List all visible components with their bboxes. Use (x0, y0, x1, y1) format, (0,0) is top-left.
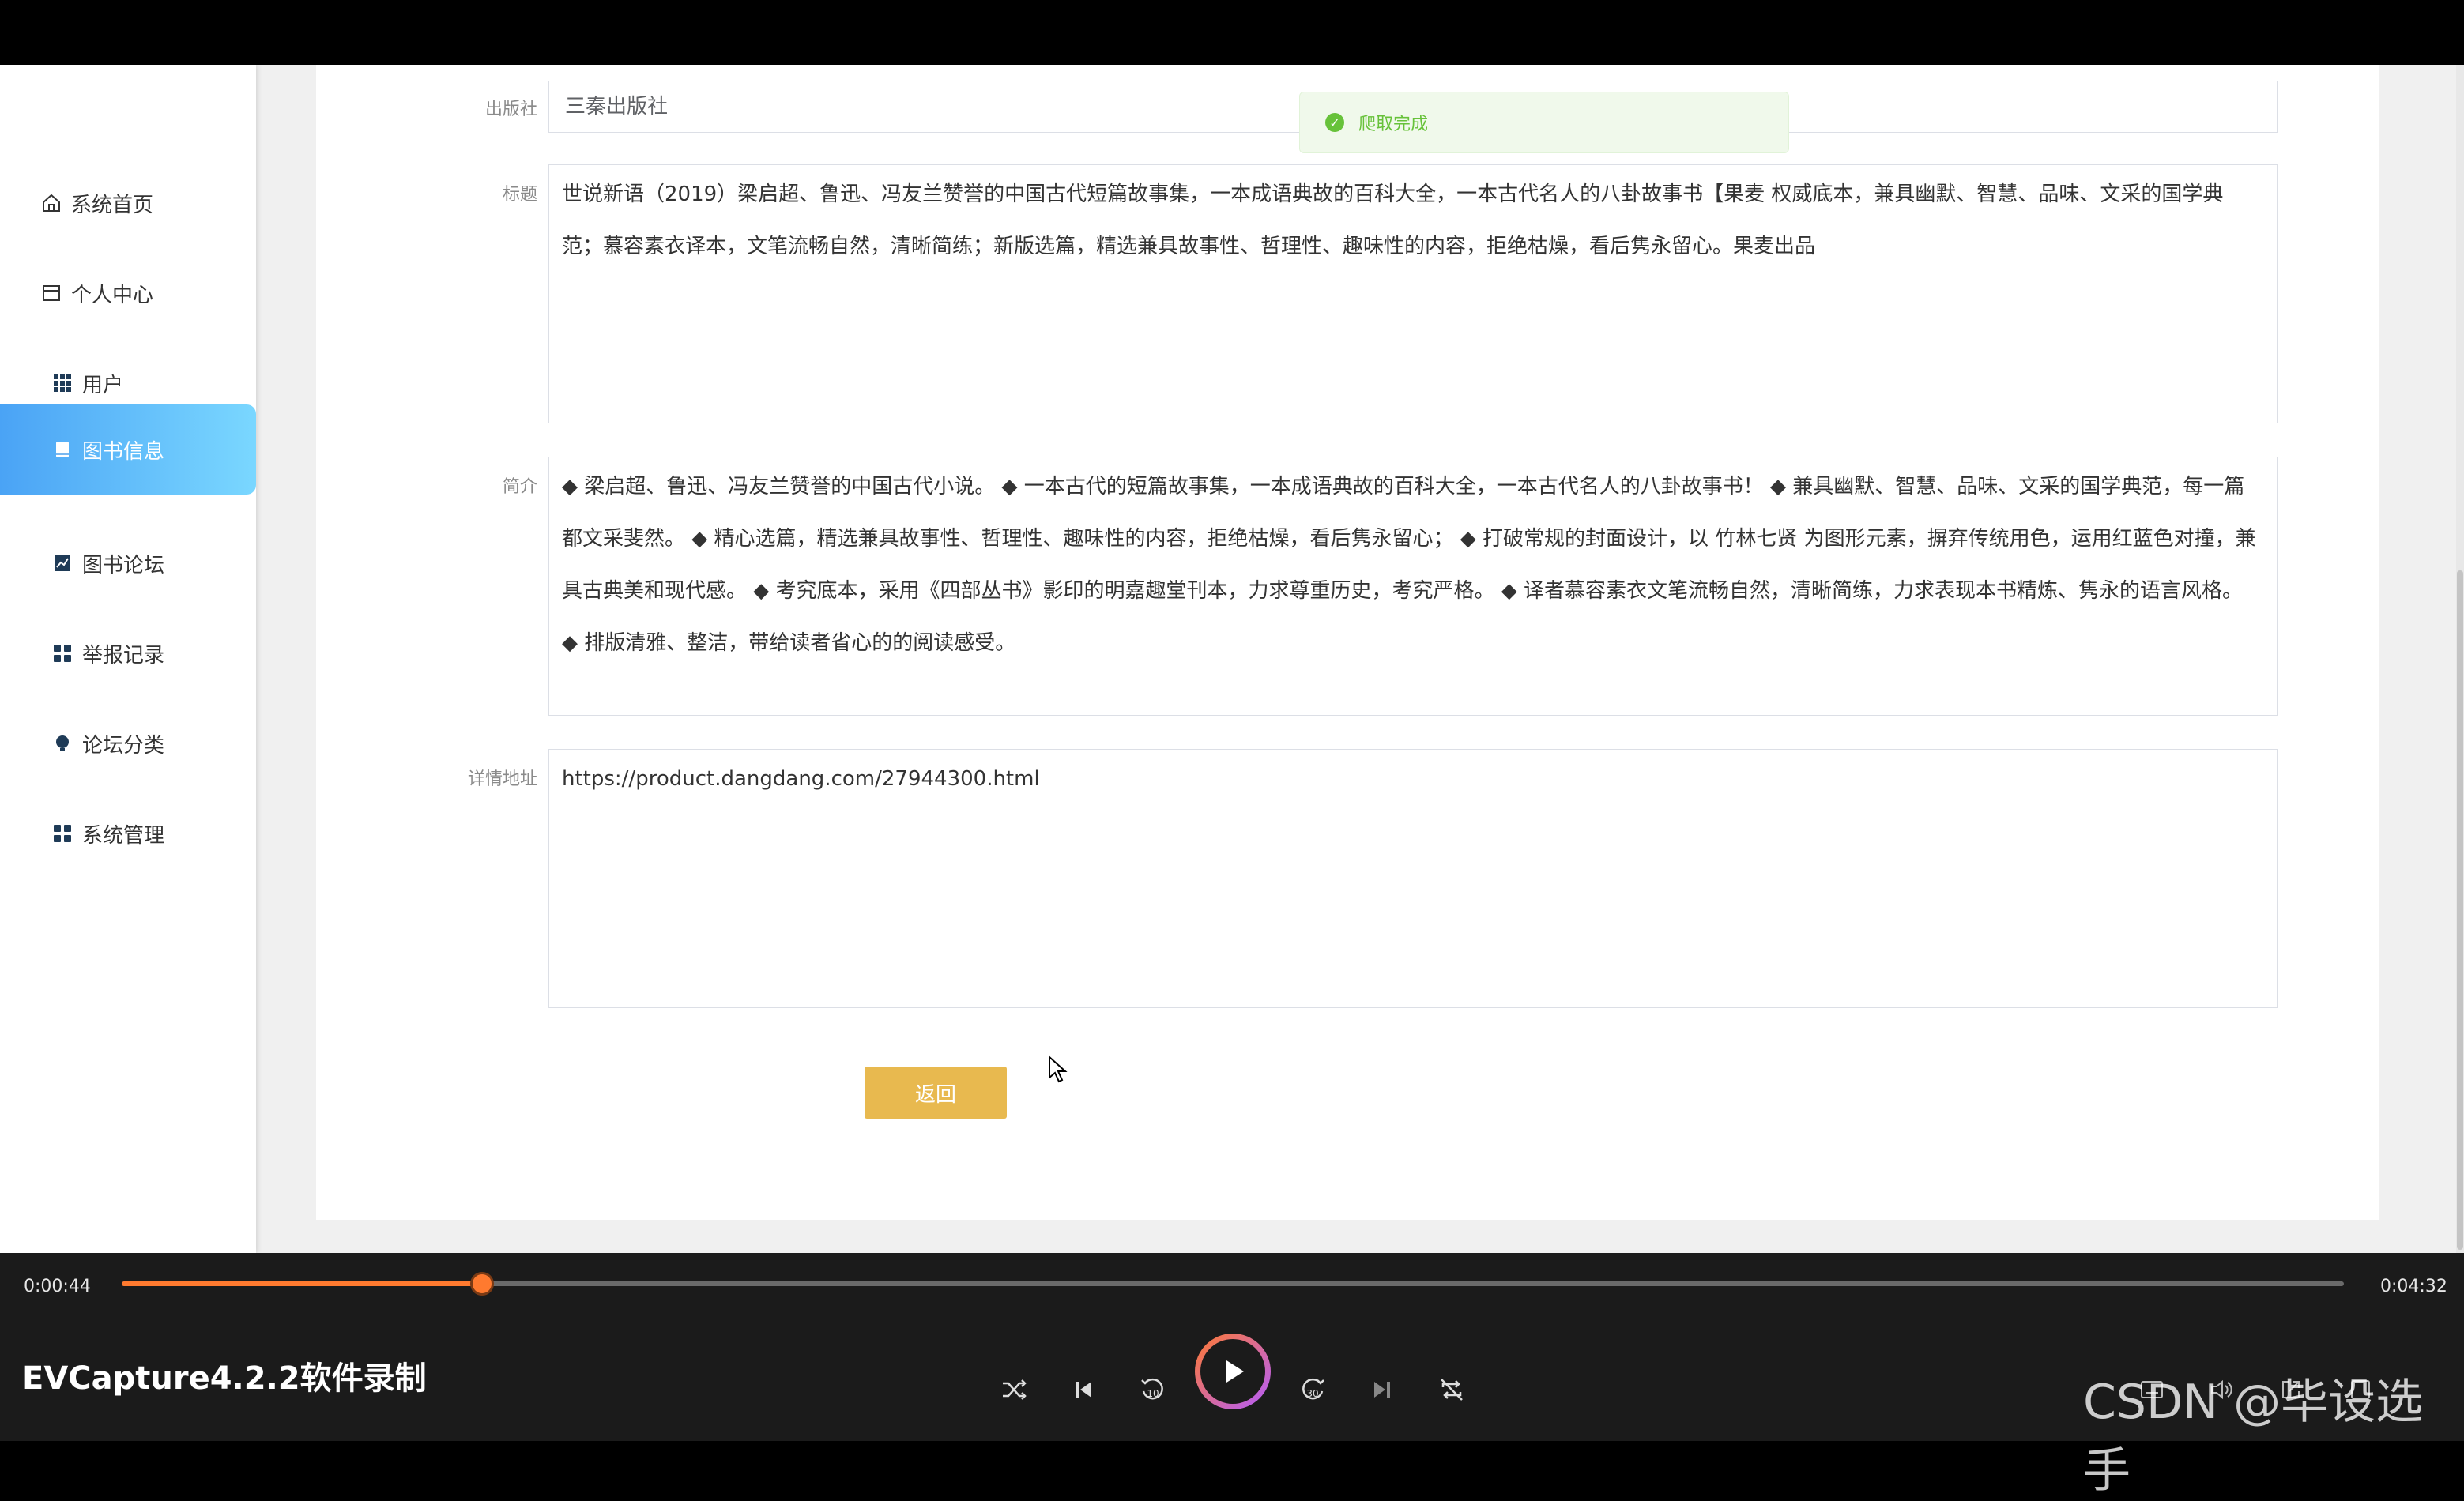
previous-icon[interactable] (1064, 1370, 1103, 1409)
publisher-label: 出版社 (484, 100, 537, 119)
sidebar-item-system-management[interactable]: 系统管理 (0, 788, 256, 878)
sidebar-item-forum-category[interactable]: 论坛分类 (0, 698, 256, 788)
title-value: 世说新语（2019）梁启超、鲁迅、冯友兰赞誉的中国古代短篇故事集，一本成语典故的… (562, 182, 2224, 258)
app-area: 系统首页 个人中心 用户 图书信息 图书论坛 举报记录 论坛分类 系统管理 出版… (0, 65, 2464, 1253)
intro-label: 简介 (502, 477, 537, 497)
vertical-scrollbar[interactable] (2456, 65, 2464, 1253)
total-time: 0:04:32 (2380, 1277, 2447, 1296)
recorder-label: EVCapture4.2.2软件录制 (22, 1360, 427, 1397)
sidebar-item-label: 个人中心 (71, 283, 154, 307)
title-label: 标题 (502, 185, 537, 205)
sidebar-item-label: 举报记录 (82, 643, 165, 668)
mouse-pointer-icon (1048, 1055, 1068, 1084)
detail-url-field[interactable]: https://product.dangdang.com/27944300.ht… (548, 749, 2278, 1008)
sidebar-item-label: 论坛分类 (82, 733, 165, 758)
play-button[interactable] (1195, 1334, 1271, 1409)
sidebar-item-book-forum[interactable]: 图书论坛 (0, 518, 256, 608)
sidebar-item-profile[interactable]: 个人中心 (0, 248, 256, 338)
detail-form: 出版社 三秦出版社 标题 世说新语（2019）梁启超、鲁迅、冯友兰赞誉的中国古代… (316, 65, 2379, 1220)
repeat-icon[interactable] (1432, 1370, 1471, 1409)
home-icon (40, 191, 63, 215)
detail-url-value: https://product.dangdang.com/27944300.ht… (562, 767, 1040, 791)
sidebar-item-book-info[interactable]: 图书信息 (0, 404, 256, 495)
intro-value: ◆ 梁启超、鲁迅、冯友兰赞誉的中国古代小说。 ◆ 一本古代的短篇故事集，一本成语… (562, 475, 2256, 655)
profile-icon (40, 281, 63, 305)
book-icon (51, 438, 74, 461)
sidebar-item-home[interactable]: 系统首页 (0, 158, 256, 248)
sidebar-item-label: 图书信息 (82, 439, 165, 464)
sidebar-item-report-records[interactable]: 举报记录 (0, 608, 256, 698)
progress-track[interactable] (122, 1272, 2344, 1296)
url-label: 详情地址 (467, 769, 537, 789)
window-top-bar (0, 0, 2464, 65)
play-icon (1200, 1339, 1265, 1404)
sidebar-item-label: 系统管理 (82, 823, 165, 848)
toast-message: 爬取完成 (1358, 115, 1429, 134)
sidebar-item-label: 系统首页 (71, 193, 154, 217)
success-toast: ✓ 爬取完成 (1299, 92, 1789, 153)
check-circle-icon: ✓ (1325, 113, 1344, 132)
sidebar-item-label: 图书论坛 (82, 553, 165, 577)
svg-text:10: 10 (1147, 1388, 1159, 1399)
intro-field[interactable]: ◆ 梁启超、鲁迅、冯友兰赞誉的中国古代小说。 ◆ 一本古代的短篇故事集，一本成语… (548, 457, 2278, 716)
sidebar-item-label: 用户 (82, 373, 124, 397)
rewind-10-icon[interactable]: 10 (1133, 1370, 1173, 1409)
current-time: 0:00:44 (24, 1277, 91, 1296)
sidebar: 系统首页 个人中心 用户 图书信息 图书论坛 举报记录 论坛分类 系统管理 (0, 65, 256, 1253)
shuffle-icon[interactable] (994, 1370, 1034, 1409)
title-field[interactable]: 世说新语（2019）梁启超、鲁迅、冯友兰赞誉的中国古代短篇故事集，一本成语典故的… (548, 164, 2278, 423)
apps-icon (51, 641, 74, 665)
bulb-icon (51, 732, 74, 755)
svg-text:30: 30 (1306, 1388, 1318, 1399)
chart-icon (51, 551, 74, 575)
next-icon[interactable] (1362, 1370, 1402, 1409)
progress-fill (122, 1281, 482, 1286)
apps-icon (51, 822, 74, 845)
csdn-watermark: CSDN @毕设选手 (2083, 1375, 2424, 1499)
video-player-bar: 0:00:44 0:04:32 EVCapture4.2.2软件录制 10 30 (0, 1253, 2464, 1499)
grid-icon (51, 371, 74, 395)
progress-thumb[interactable] (469, 1272, 494, 1296)
back-button[interactable]: 返回 (865, 1066, 1007, 1119)
scrollbar-thumb[interactable] (2457, 570, 2463, 1250)
forward-30-icon[interactable]: 30 (1293, 1370, 1332, 1409)
